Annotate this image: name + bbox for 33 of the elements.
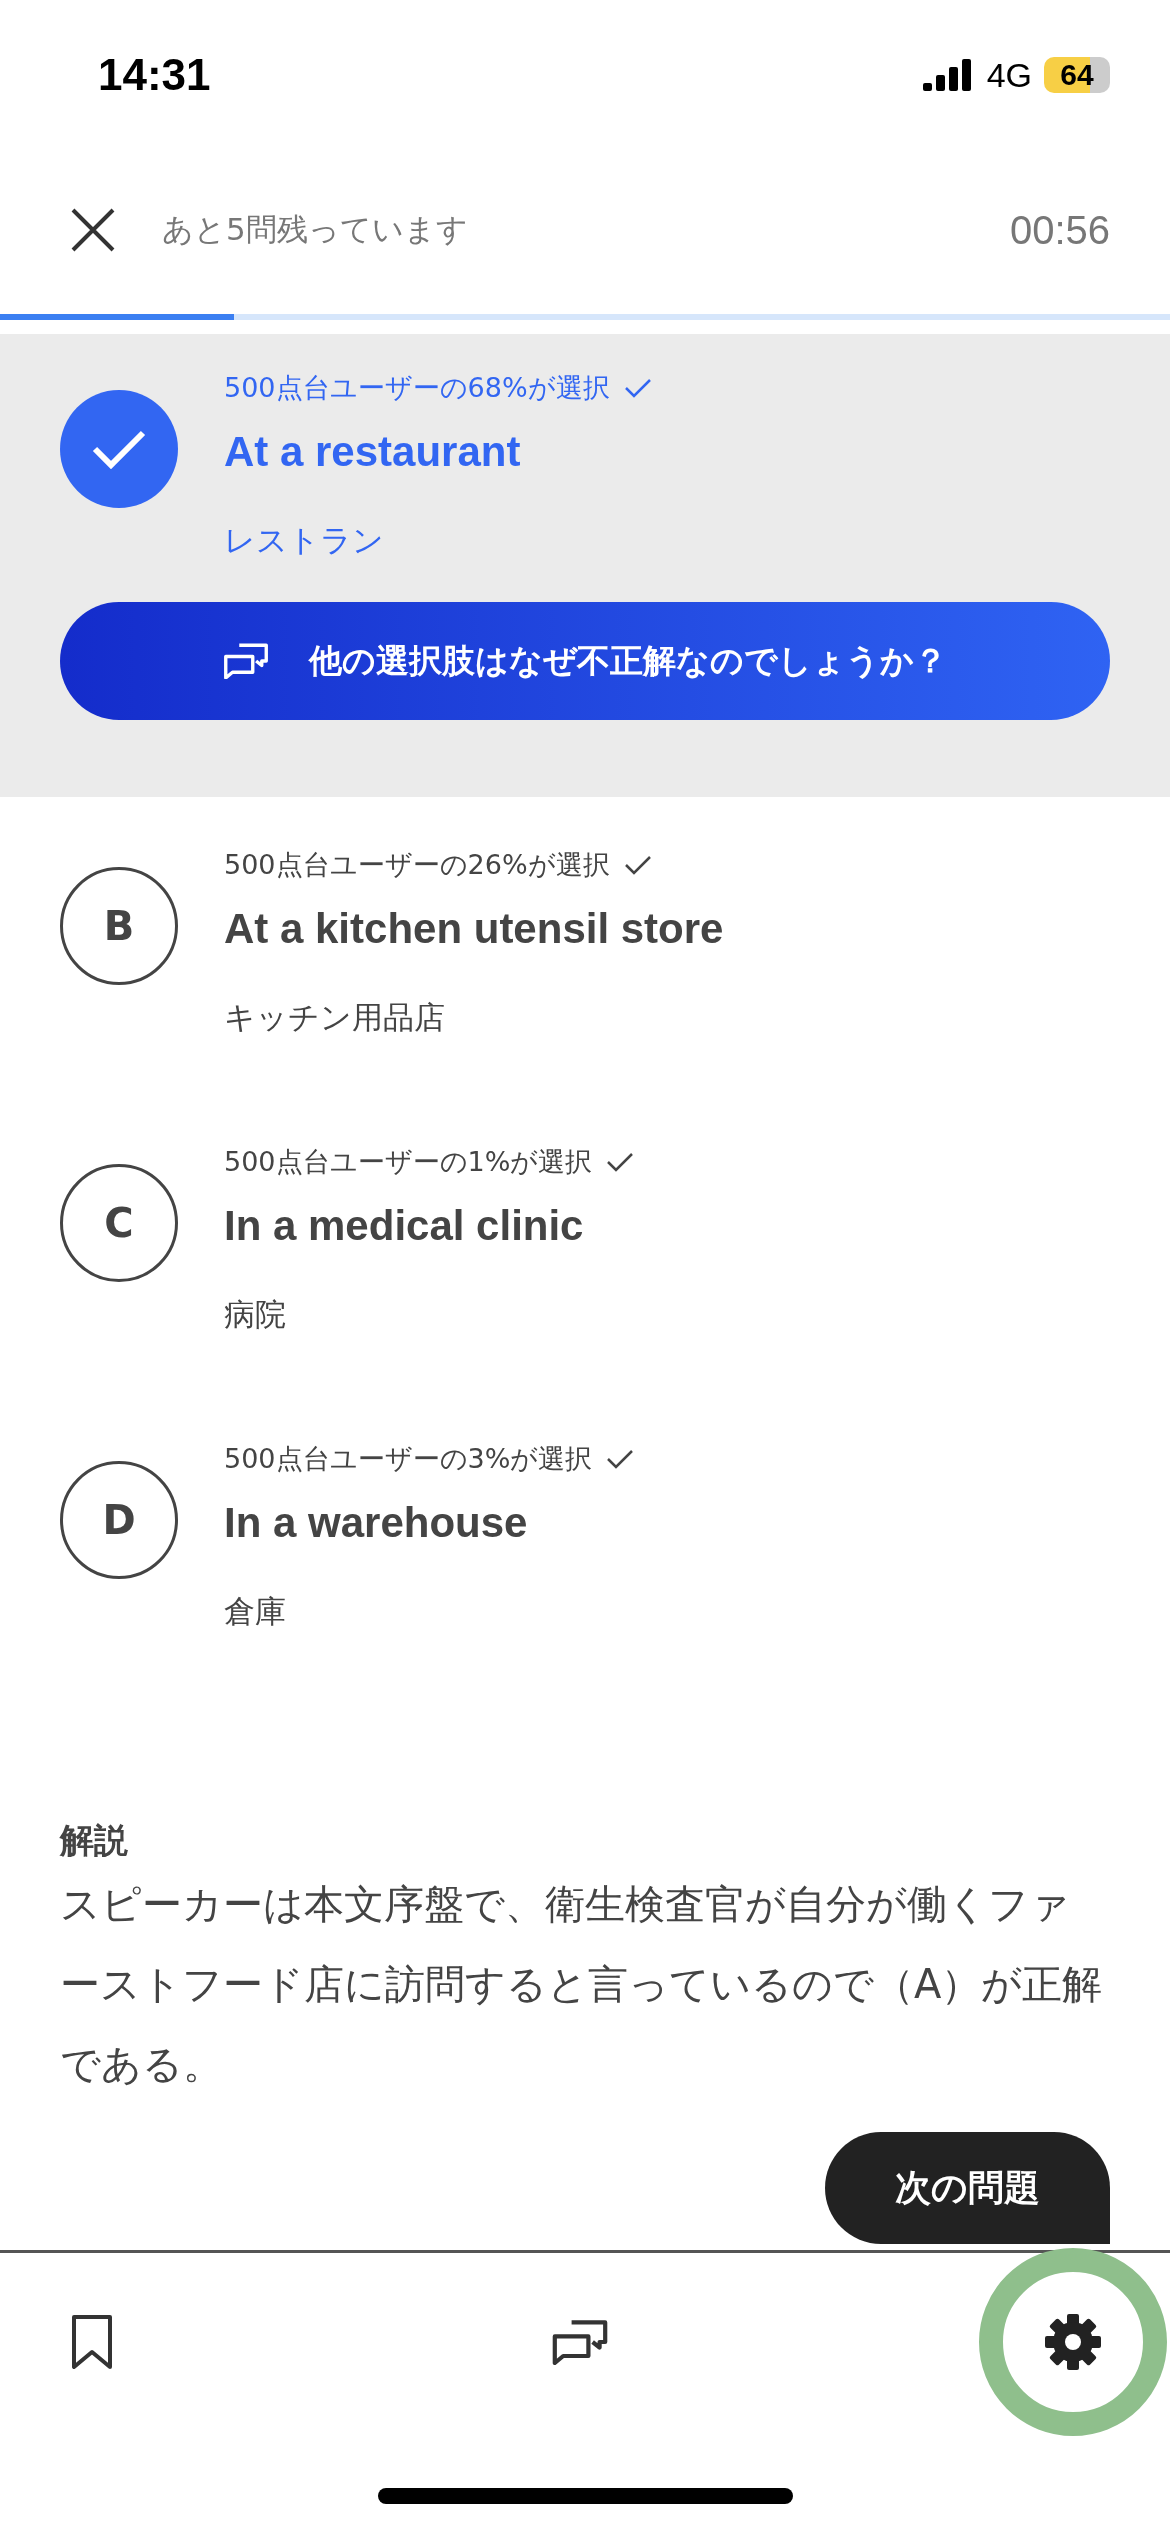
answer-stats: 500点台ユーザーの26%が選択 <box>224 848 610 882</box>
check-icon <box>606 1448 635 1470</box>
answer-translation: レストラン <box>224 521 385 560</box>
settings-icon[interactable] <box>1043 2311 1103 2372</box>
timer: 00:56 <box>1009 207 1110 253</box>
option-marker[interactable]: D <box>60 1461 178 1579</box>
option-marker[interactable]: C <box>60 1164 178 1282</box>
check-icon <box>623 854 652 876</box>
answer-text: At a restaurant <box>224 428 522 476</box>
next-question-button[interactable]: 次の問題 <box>825 2132 1110 2244</box>
explanation-text: スピーカーは本文序盤で、衛生検査官が自分が働くファーストフード店に訪問すると言っているので（A）が正解である。 <box>60 1880 1104 2089</box>
remaining-count: あと5問残っています <box>162 210 469 249</box>
answer-translation: 病院 <box>224 1295 287 1334</box>
battery-level: 64 <box>1044 57 1110 93</box>
explanation-heading: 解説 <box>60 1819 129 1862</box>
answer-text: In a medical clinic <box>224 1202 585 1250</box>
answer-stats: 500点台ユーザーの1%が選択 <box>224 1145 593 1179</box>
answer-stats: 500点台ユーザーの68%が選択 <box>224 371 610 405</box>
answer-stats: 500点台ユーザーの3%が選択 <box>224 1442 593 1476</box>
chat-icon <box>551 2318 608 2365</box>
close-icon[interactable] <box>70 207 116 253</box>
why-wrong-button[interactable]: 他の選択肢はなぜ不正解なのでしょうか？ <box>60 602 1110 720</box>
option-marker[interactable]: B <box>60 867 178 985</box>
answer-text: At a kitchen utensil store <box>224 905 724 953</box>
check-icon <box>91 429 147 469</box>
answer-translation: キッチン用品店 <box>224 998 446 1037</box>
chat-icon <box>223 643 269 679</box>
answer-translation: 倉庫 <box>224 1592 287 1631</box>
check-icon <box>606 1151 635 1173</box>
network-label: 4G <box>986 55 1032 95</box>
check-icon <box>623 377 652 399</box>
answer-text: In a warehouse <box>224 1499 529 1547</box>
status-time: 14:31 <box>98 50 211 100</box>
